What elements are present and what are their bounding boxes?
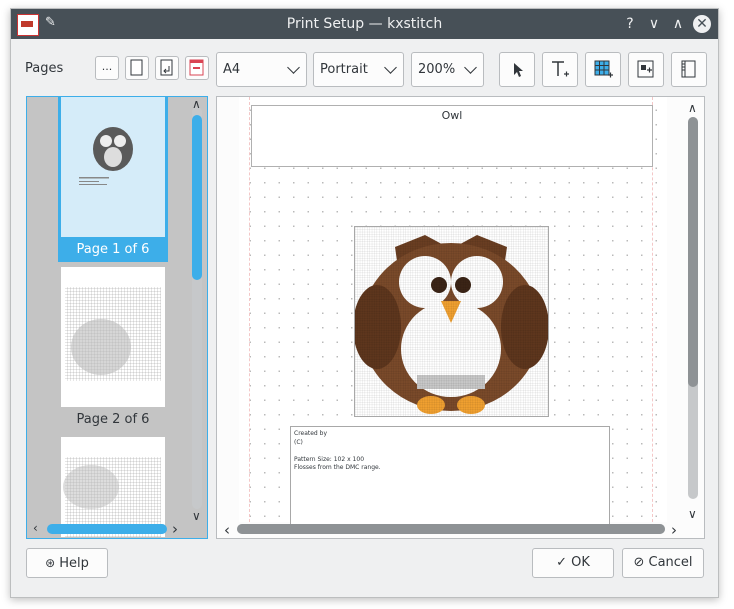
delete-page-button[interactable] [185, 56, 209, 80]
cancel-button[interactable]: ⊘ Cancel [622, 548, 704, 578]
zoom-select[interactable]: 200% [411, 52, 484, 87]
page-thumbnail-list[interactable]: Page 1 of 6 Page 2 of 6 ∧ ∨ ‹ › [26, 96, 208, 539]
chevron-down-icon [287, 61, 300, 74]
pattern-thumbnail-image [63, 457, 161, 537]
pointer-icon [514, 63, 523, 77]
scrollbar-handle[interactable] [237, 524, 665, 534]
maximize-icon[interactable]: ∧ [669, 15, 687, 33]
minimize-icon[interactable]: ∨ [645, 15, 663, 33]
text-add-icon [552, 61, 569, 77]
thumbnail-page-3[interactable] [61, 437, 165, 537]
paper-size-value: A4 [223, 62, 241, 77]
chevron-down-icon [384, 61, 397, 74]
pattern-element[interactable] [353, 226, 549, 417]
help-question-icon[interactable]: ? [621, 15, 639, 33]
info-line-created-by: Created by [294, 430, 328, 437]
cancel-icon: ⊘ [633, 555, 645, 570]
help-lifebuoy-icon: ⊛ [45, 556, 56, 570]
image-add-icon [637, 60, 654, 78]
orientation-value: Portrait [320, 62, 368, 77]
page-margin-left [249, 97, 250, 522]
more-pages-button[interactable]: ... [95, 56, 119, 80]
pattern-title: Owl [441, 109, 463, 122]
ok-button[interactable]: ✓ OK [532, 548, 614, 578]
checkmark-icon: ✓ [556, 555, 567, 570]
pattern-grid-icon [594, 60, 613, 78]
help-button[interactable]: ⊛ Help [26, 548, 108, 578]
scroll-right-icon[interactable]: › [172, 520, 178, 538]
page-preview-area[interactable]: Owl Created by (C) Pattern Size: 102 x 1… [216, 96, 705, 539]
window-title: Print Setup — kxstitch [286, 16, 443, 32]
scrollbar-handle[interactable] [47, 524, 167, 534]
info-line-copyright: (C) [294, 438, 303, 446]
title-bar[interactable]: ✎ Print Setup — kxstitch ? ∨ ∧ ✕ [11, 9, 718, 39]
thumbnail-vertical-scrollbar[interactable] [192, 107, 202, 509]
preview-vertical-scrollbar[interactable] [688, 117, 698, 499]
scroll-down-icon[interactable]: ∨ [688, 507, 697, 521]
zoom-value: 200% [418, 62, 456, 77]
pattern-thumbnail-image [65, 287, 161, 381]
thumbnail-caption: Page 1 of 6 [76, 242, 150, 257]
cancel-button-label: Cancel [648, 555, 693, 570]
pattern-info-text-element[interactable]: Created by (C) Pattern Size: 102 x 100 F… [290, 426, 610, 526]
thumbnail-caption: Page 2 of 6 [76, 412, 150, 427]
properties-button[interactable] [671, 52, 707, 87]
close-icon[interactable]: ✕ [693, 15, 711, 33]
orientation-select[interactable]: Portrait [313, 52, 404, 87]
owl-thumbnail-image [61, 97, 165, 237]
scrollbar-handle[interactable] [192, 115, 202, 280]
info-line-flosses: Flosses from the DMC range. [294, 464, 381, 471]
thumbnail-page-1[interactable] [61, 97, 165, 237]
insert-page-button[interactable] [155, 56, 179, 80]
scroll-left-icon[interactable]: ‹ [33, 521, 38, 535]
info-line-blank [294, 447, 606, 456]
insert-page-icon [160, 59, 173, 76]
delete-page-icon [189, 59, 204, 76]
paper-size-select[interactable]: A4 [216, 52, 307, 87]
page-canvas[interactable]: Owl Created by (C) Pattern Size: 102 x 1… [239, 97, 667, 526]
info-line-pattern-size: Pattern Size: 102 x 100 [294, 455, 365, 463]
header-text-element[interactable]: Owl [251, 105, 653, 167]
scroll-left-icon[interactable]: ‹ [224, 521, 230, 538]
add-page-button[interactable] [125, 56, 149, 80]
chevron-down-icon [464, 61, 477, 74]
thumbnail-page-2[interactable] [61, 267, 165, 407]
owl-pattern-image [353, 227, 549, 416]
sidebar-properties-icon [681, 60, 696, 78]
print-setup-dialog: ✎ Print Setup — kxstitch ? ∨ ∧ ✕ Pages .… [10, 8, 719, 598]
add-pattern-button[interactable] [585, 52, 621, 87]
select-tool-button[interactable] [499, 52, 535, 87]
thumbnail-horizontal-scrollbar[interactable] [47, 524, 167, 534]
ok-button-label: OK [571, 555, 590, 570]
scroll-right-icon[interactable]: › [671, 521, 677, 538]
scroll-down-icon[interactable]: ∨ [192, 509, 201, 523]
scrollbar-handle[interactable] [688, 117, 698, 387]
scroll-up-icon[interactable]: ∧ [688, 101, 697, 115]
pages-label: Pages [25, 61, 64, 76]
add-text-button[interactable] [542, 52, 578, 87]
preview-horizontal-scrollbar[interactable] [237, 524, 665, 534]
scroll-up-icon[interactable]: ∧ [192, 97, 201, 111]
page-icon [130, 59, 143, 76]
add-image-button[interactable] [628, 52, 664, 87]
help-button-label: Help [59, 556, 89, 571]
